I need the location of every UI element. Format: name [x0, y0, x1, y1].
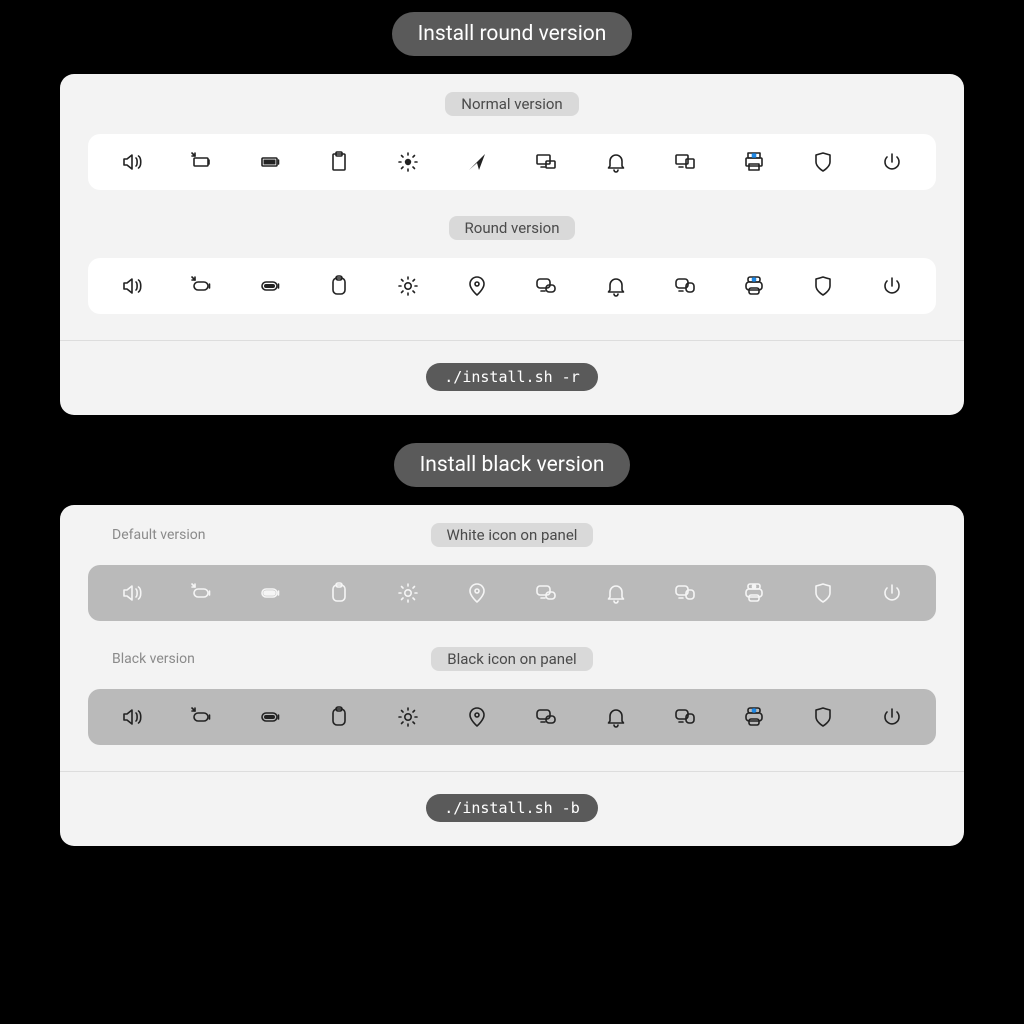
location-icon	[463, 272, 491, 300]
command-footer-round: ./install.sh -r	[88, 341, 936, 415]
icon-row-round	[88, 258, 936, 314]
sublabel-black-on-panel: Black icon on panel	[431, 647, 592, 671]
clipboard-icon	[325, 272, 353, 300]
battery-full-icon	[256, 703, 284, 731]
location-icon	[463, 703, 491, 731]
card-round: Normal version	[60, 74, 964, 415]
printer-icon	[740, 579, 768, 607]
card-black: Default version White icon on panel Blac…	[60, 505, 964, 846]
page: Install round version Normal version	[0, 0, 1024, 898]
power-icon	[878, 148, 906, 176]
notification-bell-icon	[602, 272, 630, 300]
notification-bell-icon	[602, 148, 630, 176]
battery-full-icon	[256, 579, 284, 607]
screen-cast-icon	[532, 579, 560, 607]
notification-bell-icon	[602, 579, 630, 607]
screen-cast-icon	[532, 272, 560, 300]
section-title-round: Install round version	[392, 12, 633, 56]
section-title-black: Install black version	[394, 443, 631, 487]
volume-icon	[118, 579, 146, 607]
multi-display-icon	[671, 272, 699, 300]
battery-charging-icon	[187, 579, 215, 607]
sublabel-white-on-panel: White icon on panel	[431, 523, 594, 547]
side-label-default: Default version	[112, 527, 205, 543]
battery-charging-icon	[187, 272, 215, 300]
screen-cast-icon	[532, 148, 560, 176]
multi-display-icon	[671, 148, 699, 176]
privacy-shield-icon	[809, 272, 837, 300]
clipboard-icon	[325, 148, 353, 176]
battery-full-icon	[256, 272, 284, 300]
icon-row-black-on-gray	[88, 689, 936, 745]
notification-bell-icon	[602, 703, 630, 731]
icon-row-white-on-gray	[88, 565, 936, 621]
privacy-shield-icon	[809, 703, 837, 731]
location-icon	[463, 148, 491, 176]
volume-icon	[118, 703, 146, 731]
screen-cast-icon	[532, 703, 560, 731]
printer-icon	[740, 703, 768, 731]
command-pill-round: ./install.sh -r	[426, 363, 597, 391]
sublabel-normal: Normal version	[445, 92, 578, 116]
power-icon	[878, 703, 906, 731]
sublabel-round: Round version	[449, 216, 576, 240]
brightness-icon	[394, 703, 422, 731]
multi-display-icon	[671, 579, 699, 607]
volume-icon	[118, 148, 146, 176]
printer-icon	[740, 148, 768, 176]
brightness-icon	[394, 272, 422, 300]
side-label-black: Black version	[112, 651, 195, 667]
power-icon	[878, 272, 906, 300]
command-pill-black: ./install.sh -b	[426, 794, 597, 822]
clipboard-icon	[325, 703, 353, 731]
power-icon	[878, 579, 906, 607]
printer-icon	[740, 272, 768, 300]
icon-row-normal	[88, 134, 936, 190]
privacy-shield-icon	[809, 579, 837, 607]
battery-charging-icon	[187, 148, 215, 176]
location-icon	[463, 579, 491, 607]
multi-display-icon	[671, 703, 699, 731]
brightness-icon	[394, 148, 422, 176]
brightness-icon	[394, 579, 422, 607]
clipboard-icon	[325, 579, 353, 607]
volume-icon	[118, 272, 146, 300]
battery-charging-icon	[187, 703, 215, 731]
privacy-shield-icon	[809, 148, 837, 176]
battery-full-icon	[256, 148, 284, 176]
command-footer-black: ./install.sh -b	[88, 772, 936, 846]
